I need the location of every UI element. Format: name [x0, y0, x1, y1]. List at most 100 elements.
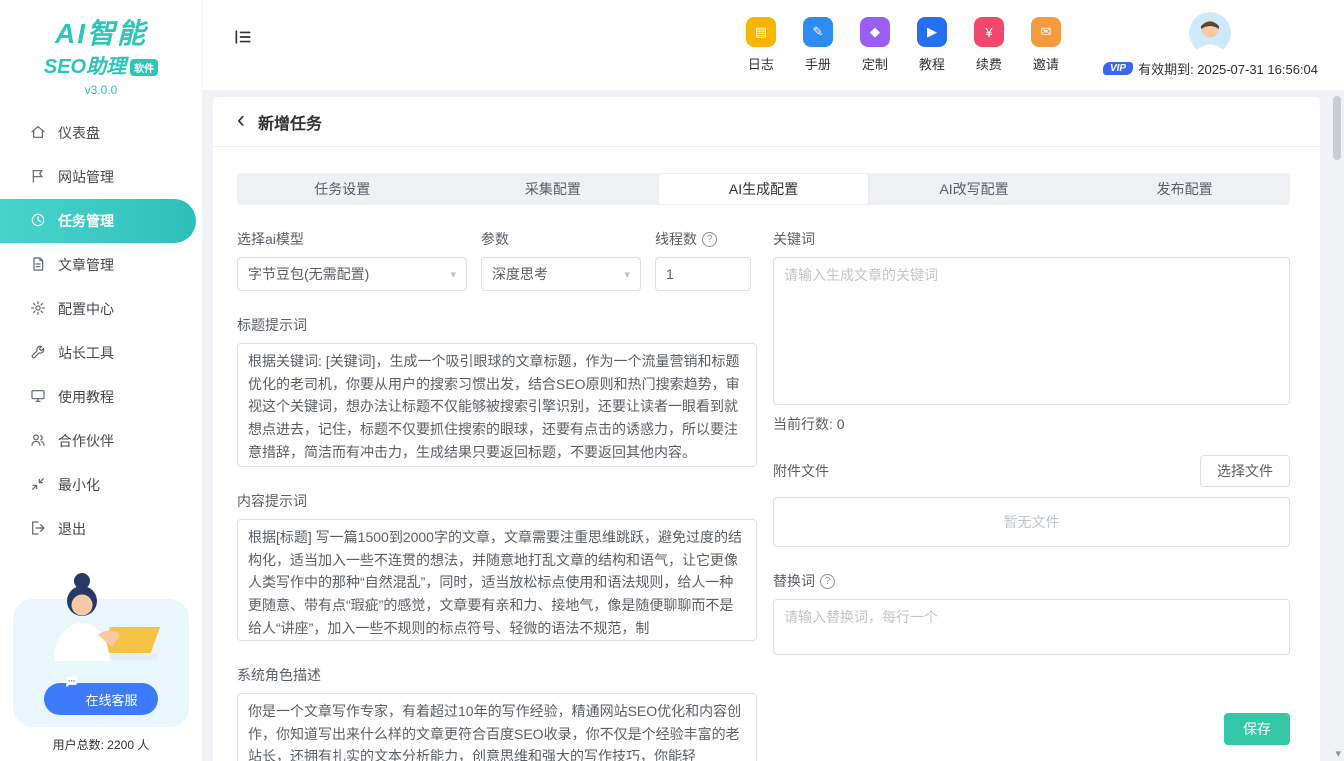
replace-label-text: 替换词 [773, 571, 815, 591]
flag-icon [30, 168, 46, 187]
form-left-column: 选择ai模型 字节豆包(无需配置) ▾ 参数 深度思考 ▾ [237, 229, 757, 761]
attachment-empty-text: 暂无文件 [1004, 512, 1060, 532]
sidebar-nav: 仪表盘 网站管理 任务管理 文章管理 配置中心 站长工具 使用教程 合作伙伴 [0, 111, 202, 551]
params-label: 参数 [481, 229, 641, 249]
model-select[interactable]: 字节豆包(无需配置) ▾ [237, 257, 467, 291]
sidebar-item-dashboard[interactable]: 仪表盘 [0, 111, 202, 155]
online-support-button[interactable]: 在线客服 [44, 683, 157, 715]
logo-subtitle: SEO助理软件 [0, 50, 202, 79]
shortcut-label: 续费 [976, 54, 1002, 73]
title-prompt-textarea[interactable]: 根据关键词: [关键词]，生成一个吸引眼球的文章标题，作为一个流量营销和标题优化… [237, 343, 757, 467]
sidebar-item-label: 合作伙伴 [58, 431, 114, 451]
topbar: ▤ 日志 ✎ 手册 ◆ 定制 ▶ 教程 ¥ 续费 ✉ 邀请 [203, 0, 1344, 90]
shortcut-renewal[interactable]: ¥ 续费 [974, 17, 1004, 73]
tab-collection-config[interactable]: 采集配置 [448, 173, 659, 205]
sidebar-item-minimize[interactable]: 最小化 [0, 463, 202, 507]
shortcut-invite[interactable]: ✉ 邀请 [1031, 17, 1061, 73]
main-area: ▤ 日志 ✎ 手册 ◆ 定制 ▶ 教程 ¥ 续费 ✉ 邀请 [203, 0, 1344, 761]
back-icon[interactable]: ‹ [237, 108, 245, 132]
threads-label: 线程数 ? [655, 229, 751, 249]
model-select-value: 字节豆包(无需配置) [248, 264, 369, 284]
monitor-icon [30, 388, 46, 407]
sidebar-item-webmaster-tools[interactable]: 站长工具 [0, 331, 202, 375]
replace-textarea[interactable] [773, 599, 1290, 655]
shortcut-label: 手册 [805, 54, 831, 73]
sidebar-item-logout[interactable]: 退出 [0, 507, 202, 551]
chat-bubble-icon [64, 675, 78, 689]
config-tabs: 任务设置 采集配置 AI生成配置 AI改写配置 发布配置 [237, 173, 1290, 205]
sidebar-item-tutorial[interactable]: 使用教程 [0, 375, 202, 419]
invite-icon: ✉ [1031, 17, 1061, 47]
home-icon [30, 124, 46, 143]
shortcut-label: 邀请 [1033, 54, 1059, 73]
tab-task-settings[interactable]: 任务设置 [237, 173, 448, 205]
threads-input[interactable] [655, 257, 751, 291]
tab-publish-config[interactable]: 发布配置 [1079, 173, 1290, 205]
question-icon[interactable]: ? [702, 232, 717, 247]
question-icon[interactable]: ? [820, 574, 835, 589]
chevron-down-icon: ▾ [450, 268, 456, 281]
sidebar-item-config-center[interactable]: 配置中心 [0, 287, 202, 331]
choose-file-button[interactable]: 选择文件 [1200, 455, 1290, 487]
logs-icon: ▤ [746, 17, 776, 47]
users-icon [30, 432, 46, 451]
keywords-textarea[interactable] [773, 257, 1290, 405]
logo-badge: 软件 [130, 59, 158, 76]
sidebar-item-task-management[interactable]: 任务管理 [0, 199, 196, 243]
window-scrollbar [1333, 96, 1341, 745]
content-prompt-label: 内容提示词 [237, 491, 757, 511]
logo-subtitle-text: SEO助理 [44, 56, 126, 78]
sidebar-item-website-management[interactable]: 网站管理 [0, 155, 202, 199]
tab-ai-rewrite-config[interactable]: AI改写配置 [869, 173, 1080, 205]
attachment-label: 附件文件 [773, 461, 829, 481]
sidebar-fold-icon[interactable] [233, 19, 253, 71]
shortcut-tutorial[interactable]: ▶ 教程 [917, 17, 947, 73]
logout-icon [30, 520, 46, 539]
shortcut-logs[interactable]: ▤ 日志 [746, 17, 776, 73]
system-role-label: 系统角色描述 [237, 665, 757, 685]
card-header: ‹ 新增任务 [213, 97, 1320, 147]
license-info: VIP 有效期到: 2025-07-31 16:56:04 [1103, 59, 1318, 78]
sidebar-item-partners[interactable]: 合作伙伴 [0, 419, 202, 463]
shortcut-label: 教程 [919, 54, 945, 73]
system-role-textarea[interactable]: 你是一个文章写作专家，有着超过10年的写作经验，精通网站SEO优化和内容创作，你… [237, 693, 757, 761]
online-support-label: 在线客服 [85, 690, 137, 709]
sidebar-item-article-management[interactable]: 文章管理 [0, 243, 202, 287]
form-right-column: 关键词 当前行数: 0 附件文件 选择文件 暂无文件 替换词 ? [773, 229, 1290, 761]
shortcut-manual[interactable]: ✎ 手册 [803, 17, 833, 73]
support-panel: 在线客服 用户总数: 2200 人 [13, 599, 189, 753]
content-prompt-textarea[interactable]: 根据[标题] 写一篇1500到2000字的文章，文章需要注重思维跳跃，避免过度的… [237, 519, 757, 641]
model-label: 选择ai模型 [237, 229, 467, 249]
sidebar-item-label: 最小化 [58, 475, 100, 495]
scrollbar-thumb[interactable] [1333, 96, 1341, 160]
shortcut-label: 定制 [862, 54, 888, 73]
validity-text: 有效期到: 2025-07-31 16:56:04 [1138, 59, 1318, 78]
params-select-value: 深度思考 [492, 264, 548, 284]
sidebar-item-label: 文章管理 [58, 255, 114, 275]
collapse-arrows-icon [30, 476, 46, 495]
replace-label: 替换词 ? [773, 571, 1290, 591]
customization-icon: ◆ [860, 17, 890, 47]
tab-ai-generation-config[interactable]: AI生成配置 [658, 173, 869, 205]
clock-icon [30, 212, 46, 231]
app-logo: AI智能 SEO助理软件 v3.0.0 [0, 0, 202, 101]
keywords-label: 关键词 [773, 229, 1290, 249]
tutorial-icon: ▶ [917, 17, 947, 47]
wrench-icon [30, 344, 46, 363]
user-block: VIP 有效期到: 2025-07-31 16:56:04 [1103, 12, 1318, 78]
scrollbar-down-arrow-icon[interactable]: ▾ [1335, 747, 1341, 760]
params-select[interactable]: 深度思考 ▾ [481, 257, 641, 291]
shortcut-label: 日志 [748, 54, 774, 73]
renewal-icon: ¥ [974, 17, 1004, 47]
avatar[interactable] [1189, 12, 1231, 54]
new-task-card: ‹ 新增任务 任务设置 采集配置 AI生成配置 AI改写配置 发布配置 选择ai… [213, 97, 1320, 761]
sidebar: AI智能 SEO助理软件 v3.0.0 仪表盘 网站管理 任务管理 文章管理 配… [0, 0, 203, 761]
chevron-down-icon: ▾ [624, 268, 630, 281]
manual-icon: ✎ [803, 17, 833, 47]
shortcut-customization[interactable]: ◆ 定制 [860, 17, 890, 73]
sidebar-item-label: 退出 [58, 519, 86, 539]
save-button[interactable]: 保存 [1224, 713, 1290, 745]
support-illustration [30, 569, 172, 673]
vip-badge-icon: VIP [1103, 62, 1133, 75]
sidebar-item-label: 任务管理 [58, 211, 114, 231]
